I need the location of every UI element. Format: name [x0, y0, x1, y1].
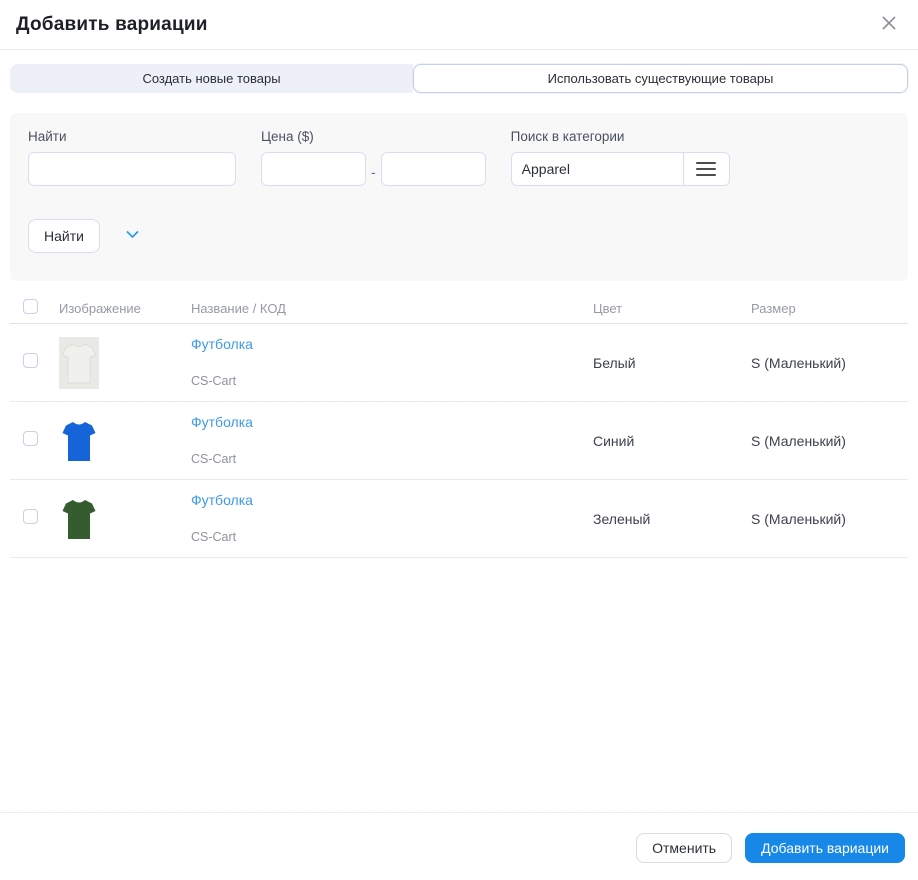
product-size-value: S (Маленький) — [751, 432, 846, 449]
row-checkbox[interactable] — [23, 508, 38, 524]
find-label: Найти — [28, 129, 67, 144]
product-name-link[interactable]: Футболка — [191, 492, 253, 508]
product-image-blue-tshirt — [59, 414, 99, 467]
price-to-input[interactable] — [380, 152, 486, 186]
product-code: CS-Cart — [191, 374, 237, 388]
table-row: Футболка CS-Cart Синий S (Маленький) — [10, 402, 908, 480]
search-panel: Найти Цена ($) - Поиск в категории Найти — [10, 113, 908, 281]
results-table: Изображение Название / КОД Цвет Размер Ф… — [10, 294, 908, 558]
search-input[interactable] — [28, 152, 236, 186]
tab-use-existing-products[interactable]: Использовать существующие товары — [413, 64, 908, 93]
tab-create-new-products[interactable]: Создать новые товары — [10, 64, 413, 93]
row-checkbox[interactable] — [23, 352, 38, 368]
category-list-icon — [696, 162, 717, 176]
column-header-color: Цвет — [593, 301, 623, 316]
category-input[interactable] — [510, 152, 683, 186]
column-header-size: Размер — [751, 301, 796, 316]
cancel-button[interactable]: Отменить — [636, 833, 733, 863]
empty-area — [0, 558, 918, 812]
tab-bar: Создать новые товары Использовать сущест… — [10, 64, 908, 93]
price-label: Цена ($) — [261, 129, 314, 144]
product-image-white-tshirt — [59, 336, 99, 389]
table-row: Футболка CS-Cart Зеленый S (Маленький) — [10, 480, 908, 558]
product-name-link[interactable]: Футболка — [191, 336, 253, 352]
product-size-value: S (Маленький) — [751, 510, 846, 527]
product-name-link[interactable]: Футболка — [191, 414, 253, 430]
column-header-name: Название / КОД — [191, 301, 286, 316]
close-icon — [880, 14, 898, 35]
product-size-value: S (Маленький) — [751, 354, 846, 371]
product-color-value: Синий — [593, 432, 635, 449]
product-image-green-tshirt — [59, 492, 99, 545]
price-from-input[interactable] — [261, 152, 366, 186]
row-checkbox[interactable] — [23, 430, 38, 446]
close-button[interactable] — [878, 14, 900, 36]
category-picker-button[interactable] — [682, 152, 730, 186]
advanced-search-toggle[interactable] — [124, 226, 141, 246]
select-all-checkbox[interactable] — [23, 298, 38, 314]
product-code: CS-Cart — [191, 452, 237, 466]
price-range-separator: - — [371, 164, 376, 180]
table-header-row: Изображение Название / КОД Цвет Размер — [10, 294, 908, 324]
product-color-value: Зеленый — [593, 510, 651, 527]
add-variations-button[interactable]: Добавить вариации — [745, 833, 905, 863]
table-row: Футболка CS-Cart Белый S (Маленький) — [10, 324, 908, 402]
chevron-down-icon — [124, 226, 141, 246]
modal-footer: Отменить Добавить вариации — [0, 812, 918, 880]
search-submit-button[interactable]: Найти — [28, 219, 100, 253]
modal-header: Добавить вариации — [0, 0, 918, 50]
category-label: Поиск в категории — [510, 129, 625, 144]
product-code: CS-Cart — [191, 530, 237, 544]
product-color-value: Белый — [593, 354, 636, 371]
column-header-image: Изображение — [59, 301, 141, 316]
modal-title: Добавить вариации — [16, 13, 208, 35]
